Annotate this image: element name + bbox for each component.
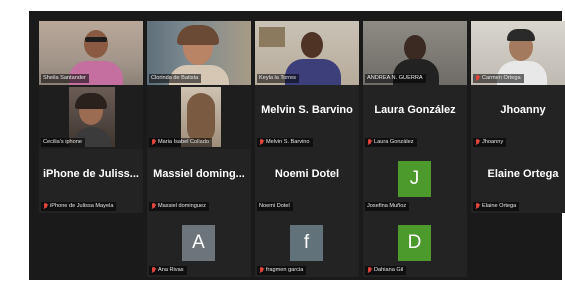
muted-mic-icon: [475, 139, 480, 146]
participant-display-name: Noemi Dotel: [274, 168, 340, 180]
muted-mic-icon: [367, 139, 372, 146]
participant-name-tag: fragmen garcia: [257, 266, 307, 275]
muted-mic-icon: [259, 139, 264, 146]
participant-name-tag: Massiel dominguez: [149, 202, 209, 211]
video-tile[interactable]: Cecilia's iphone: [39, 85, 143, 149]
muted-mic-icon: [367, 267, 372, 274]
video-tile[interactable]: f fragmen garcia: [255, 213, 359, 277]
participant-name-tag: iPhone de Julissa Mayela: [41, 202, 117, 211]
participant-name-tag: Ana Rivas: [149, 266, 187, 275]
participant-name-tag: Carmen Ortega: [473, 74, 524, 83]
video-tile-active-speaker[interactable]: ANDREA N. GUERRA: [363, 21, 467, 85]
avatar: J: [398, 161, 431, 197]
muted-mic-icon: [475, 203, 480, 210]
video-tile[interactable]: J Josefina Muñoz: [363, 149, 467, 213]
video-tile[interactable]: D Dahiana Gil: [363, 213, 467, 277]
muted-mic-icon: [151, 203, 156, 210]
participant-name-tag: Laura González: [365, 138, 417, 147]
participant-display-name: Melvin S. Barvino: [261, 104, 353, 116]
video-tile[interactable]: iPhone de Juliss... iPhone de Julissa Ma…: [39, 149, 143, 213]
participant-name-tag: Jhoanny: [473, 138, 507, 147]
muted-mic-icon: [151, 139, 156, 146]
video-tile[interactable]: Keyla la Torres: [255, 21, 359, 85]
participant-display-name: Jhoanny: [500, 104, 546, 116]
participant-display-name: Elaine Ortega: [487, 168, 559, 180]
participant-display-name: Laura González: [374, 104, 456, 116]
participant-name-tag: Elaine Ortega: [473, 202, 520, 211]
participant-name-tag: Keyla la Torres: [257, 74, 299, 83]
video-tile[interactable]: Laura González Laura González: [363, 85, 467, 149]
participant-name-tag: Melvin S. Barvino: [257, 138, 313, 147]
participant-name-tag: Cecilia's iphone: [41, 138, 86, 147]
video-tile[interactable]: Jhoanny Jhoanny: [471, 85, 565, 149]
participant-name-tag: Noemi Dotel: [257, 202, 293, 211]
participant-name-tag: Josefina Muñoz: [365, 202, 410, 211]
muted-mic-icon: [475, 75, 480, 82]
avatar: A: [182, 225, 215, 261]
video-tile[interactable]: Elaine Ortega Elaine Ortega: [471, 149, 565, 213]
avatar: f: [290, 225, 323, 261]
video-grid: Sheila Santander Clorinda de Batista Key…: [29, 11, 565, 280]
muted-mic-icon: [151, 267, 156, 274]
video-tile[interactable]: Melvin S. Barvino Melvin S. Barvino: [255, 85, 359, 149]
video-tile[interactable]: Noemi Dotel Noemi Dotel: [255, 149, 359, 213]
participant-display-name: iPhone de Juliss...: [43, 168, 139, 180]
participant-name-tag: ANDREA N. GUERRA: [365, 74, 426, 83]
muted-mic-icon: [43, 203, 48, 210]
video-tile[interactable]: A Ana Rivas: [147, 213, 251, 277]
muted-mic-icon: [259, 267, 264, 274]
video-tile[interactable]: Sheila Santander: [39, 21, 143, 85]
participant-name-tag: Clorinda de Batista: [149, 74, 202, 83]
participant-name-tag: Maria Isabel Collado: [149, 138, 212, 147]
video-tile[interactable]: Maria Isabel Collado: [147, 85, 251, 149]
participant-display-name: Massiel doming...: [153, 168, 245, 180]
video-tile[interactable]: Carmen Ortega: [471, 21, 565, 85]
video-tile[interactable]: Massiel doming... Massiel dominguez: [147, 149, 251, 213]
avatar: D: [398, 225, 431, 261]
participant-name-tag: Dahiana Gil: [365, 266, 407, 275]
participant-name-tag: Sheila Santander: [41, 74, 89, 83]
video-tile[interactable]: Clorinda de Batista: [147, 21, 251, 85]
